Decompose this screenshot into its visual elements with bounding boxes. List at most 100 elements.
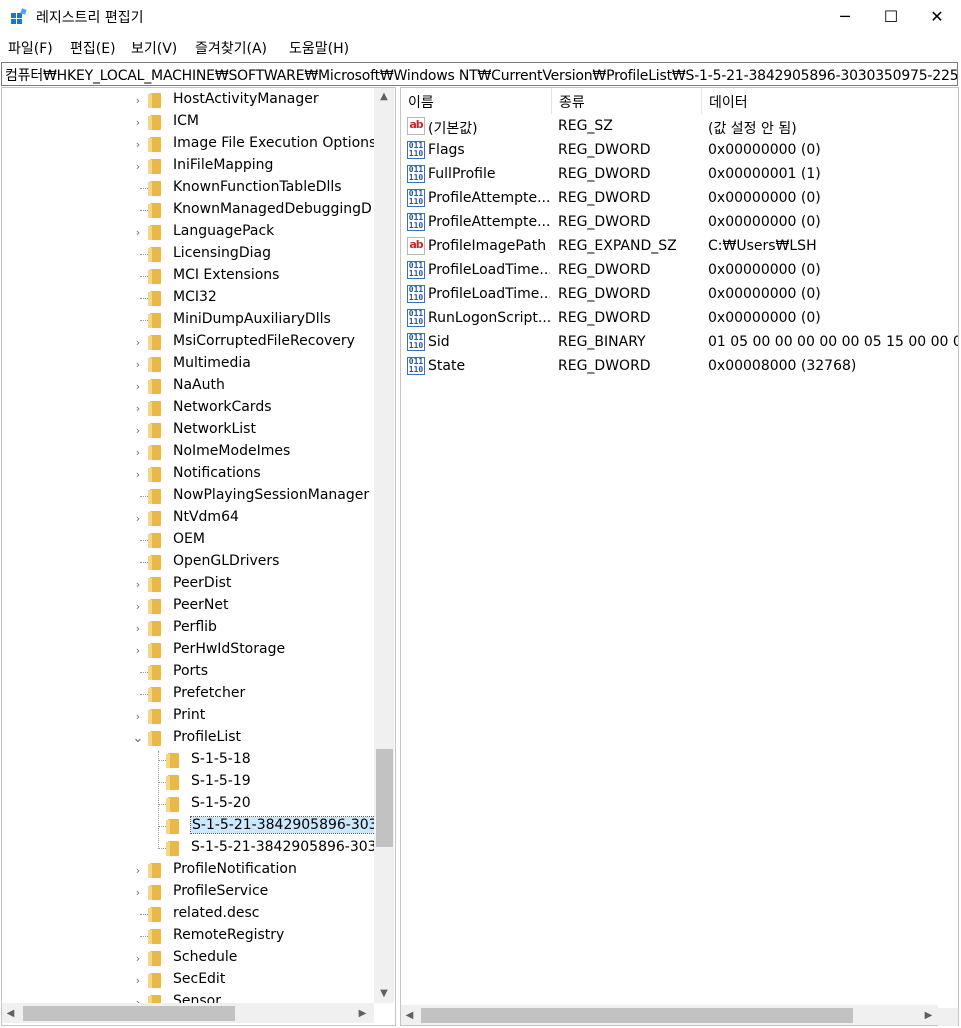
chevron-right-icon[interactable]: › [132,996,144,1004]
tree-item[interactable]: › ProfileNotification [2,859,374,881]
tree-item[interactable]: ⌄ ProfileList [2,727,374,749]
tree-item[interactable]: S-1-5-19 [2,771,374,793]
address-bar[interactable]: 컴퓨터₩HKEY_LOCAL_MACHINE₩SOFTWARE₩Microsof… [1,62,958,86]
value-row[interactable]: ab (기본값) REG_SZ (값 설정 안 됨) [401,114,958,138]
tree-item[interactable]: › ProfileService [2,881,374,903]
scroll-right-arrow-icon[interactable]: ▶ [354,1003,371,1023]
value-row[interactable]: 011 110 ProfileAttempte... REG_DWORD 0x0000… [401,210,958,234]
tree-item[interactable]: › PeerDist [2,573,374,595]
chevron-right-icon[interactable]: › [132,116,144,129]
tree-item[interactable]: KnownManagedDebuggingD [2,199,374,221]
tree-item[interactable]: › ICM [2,111,374,133]
tree-item[interactable]: › NetworkCards [2,397,374,419]
tree-item[interactable]: MCI32 [2,287,374,309]
chevron-right-icon[interactable]: › [132,380,144,393]
menu-edit[interactable]: 편집(E) [70,38,116,58]
tree-item[interactable]: › PerHwIdStorage [2,639,374,661]
minimize-button[interactable]: ─ [822,0,868,32]
tree-item[interactable]: S-1-5-20 [2,793,374,815]
chevron-right-icon[interactable]: › [132,336,144,349]
value-row[interactable]: 011 110 Sid REG_BINARY 01 05 00 00 00 00 00… [401,330,958,354]
tree-item[interactable]: S-1-5-21-3842905896-3030 [2,837,374,859]
chevron-right-icon[interactable]: › [132,600,144,613]
values-hscroll-thumb[interactable] [421,1008,853,1023]
value-row[interactable]: 011 110 RunLogonScript... REG_DWORD 0x00000… [401,306,958,330]
column-header-data[interactable]: 데이터 [702,88,958,114]
tree-item[interactable]: › PeerNet [2,595,374,617]
value-row[interactable]: 011 110 ProfileLoadTime... REG_DWORD 0x0000… [401,258,958,282]
scroll-down-arrow-icon[interactable]: ▼ [374,985,394,1002]
tree-item[interactable]: › Sensor [2,991,374,1003]
tree-item[interactable]: KnownFunctionTableDlls [2,177,374,199]
tree-item[interactable]: › Notifications [2,463,374,485]
chevron-right-icon[interactable]: › [132,886,144,899]
tree-item[interactable]: NowPlayingSessionManager [2,485,374,507]
tree-item[interactable]: › HostActivityManager [2,89,374,111]
chevron-right-icon[interactable]: › [132,622,144,635]
tree-item[interactable]: › IniFileMapping [2,155,374,177]
tree-vertical-scrollbar[interactable]: ▲ ▼ [374,88,394,1003]
chevron-right-icon[interactable]: › [132,864,144,877]
tree-item[interactable]: › NaAuth [2,375,374,397]
tree-item[interactable]: › Schedule [2,947,374,969]
resize-grip[interactable] [938,1008,958,1026]
menu-file[interactable]: 파일(F) [8,38,53,58]
maximize-button[interactable]: ☐ [868,0,914,32]
tree-item[interactable]: › NoImeModeImes [2,441,374,463]
tree-item[interactable]: › Image File Execution Options [2,133,374,155]
chevron-right-icon[interactable]: › [132,358,144,371]
scroll-up-arrow-icon[interactable]: ▲ [374,88,394,105]
chevron-right-icon[interactable]: › [132,94,144,107]
tree-item[interactable]: related.desc [2,903,374,925]
tree-item[interactable]: MiniDumpAuxiliaryDlls [2,309,374,331]
tree-item[interactable]: › NtVdm64 [2,507,374,529]
chevron-right-icon[interactable]: › [132,644,144,657]
chevron-right-icon[interactable]: › [132,226,144,239]
chevron-right-icon[interactable]: › [132,710,144,723]
tree-horizontal-scrollbar[interactable]: ◀ ▶ [2,1003,374,1023]
chevron-right-icon[interactable]: › [132,446,144,459]
tree-item[interactable]: MCI Extensions [2,265,374,287]
tree-item[interactable]: › MsiCorruptedFileRecovery [2,331,374,353]
tree-item[interactable]: Prefetcher [2,683,374,705]
value-row[interactable]: 011 110 ProfileAttempte... REG_DWORD 0x0000… [401,186,958,210]
tree-hscroll-thumb[interactable] [23,1006,235,1021]
value-row[interactable]: 011 110 State REG_DWORD 0x00008000 (32768) [401,354,958,378]
tree-item[interactable]: S-1-5-21-3842905896-3030 [2,815,374,837]
values-scroll-right-arrow-icon[interactable]: ▶ [920,1005,937,1025]
tree-item[interactable]: OEM [2,529,374,551]
tree-item[interactable]: › Perflib [2,617,374,639]
value-row[interactable]: 011 110 Flags REG_DWORD 0x00000000 (0) [401,138,958,162]
tree-item[interactable]: OpenGLDrivers [2,551,374,573]
tree-item[interactable]: LicensingDiag [2,243,374,265]
menu-view[interactable]: 보기(V) [131,38,177,58]
value-row[interactable]: ab ProfileImagePath REG_EXPAND_SZ C:₩Users₩… [401,234,958,258]
tree-item[interactable]: › Multimedia [2,353,374,375]
close-button[interactable]: ✕ [914,0,960,32]
column-header-name[interactable]: 이름 [401,88,552,114]
tree-item[interactable]: S-1-5-18 [2,749,374,771]
tree-item[interactable]: › SecEdit [2,969,374,991]
chevron-right-icon[interactable]: › [132,138,144,151]
menu-help[interactable]: 도움말(H) [289,38,349,58]
tree-item[interactable]: › Print [2,705,374,727]
tree-item[interactable]: RemoteRegistry [2,925,374,947]
values-horizontal-scrollbar[interactable]: ◀ ▶ [401,1005,938,1025]
chevron-right-icon[interactable]: › [132,160,144,173]
column-header-type[interactable]: 종류 [552,88,702,114]
chevron-right-icon[interactable]: › [132,578,144,591]
value-row[interactable]: 011 110 FullProfile REG_DWORD 0x00000001 (1… [401,162,958,186]
tree-item[interactable]: › NetworkList [2,419,374,441]
tree-item[interactable]: › LanguagePack [2,221,374,243]
values-scroll-left-arrow-icon[interactable]: ◀ [401,1005,418,1025]
chevron-down-icon[interactable]: ⌄ [132,731,144,746]
tree-scroll-thumb[interactable] [376,749,393,847]
chevron-right-icon[interactable]: › [132,974,144,987]
tree-item[interactable]: Ports [2,661,374,683]
scroll-left-arrow-icon[interactable]: ◀ [2,1003,19,1023]
chevron-right-icon[interactable]: › [132,512,144,525]
chevron-right-icon[interactable]: › [132,402,144,415]
chevron-right-icon[interactable]: › [132,952,144,965]
value-row[interactable]: 011 110 ProfileLoadTime... REG_DWORD 0x0000… [401,282,958,306]
menu-favorites[interactable]: 즐겨찾기(A) [195,38,267,58]
